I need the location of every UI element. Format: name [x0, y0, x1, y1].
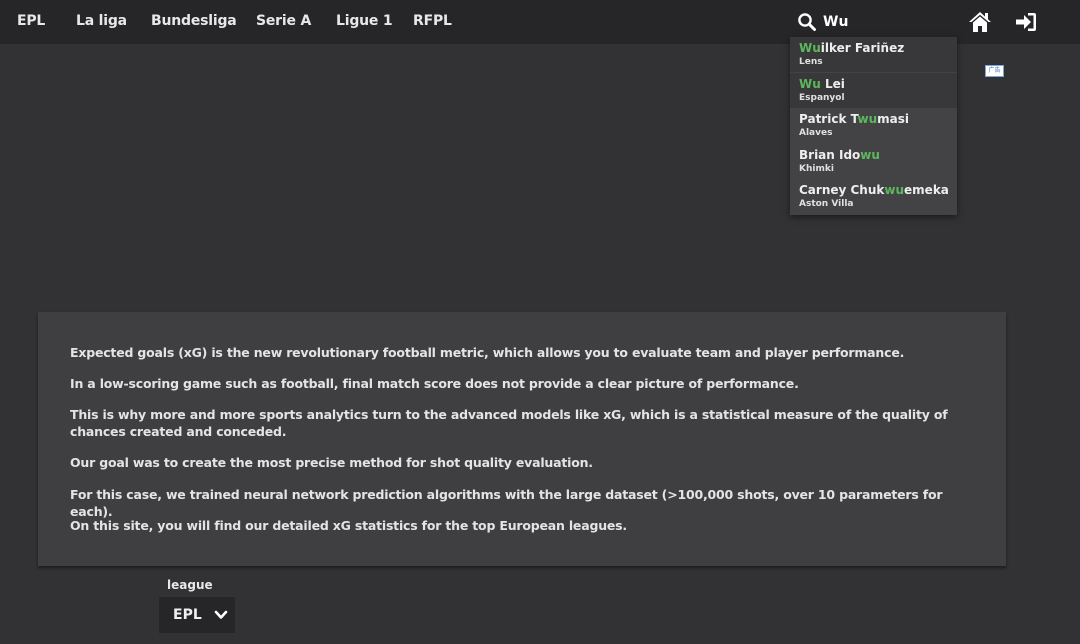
suggestion-item[interactable]: Patrick Twumasi Alaves — [790, 108, 957, 143]
search-icon[interactable] — [797, 12, 817, 32]
search-box[interactable] — [797, 11, 947, 33]
intro-paragraph: In a low-scoring game such as football, … — [70, 376, 799, 391]
suggestion-item[interactable]: Carney Chukwuemeka Aston Villa — [790, 179, 957, 214]
suggestion-team: Lens — [799, 57, 823, 67]
nav-bundesliga[interactable]: Bundesliga — [151, 13, 237, 29]
suggestion-team: Alaves — [799, 128, 833, 138]
suggestion-name: Wu Lei — [799, 77, 845, 91]
suggestion-item[interactable]: Wuilker Fariñez Lens — [790, 37, 957, 72]
suggestion-name: Brian Idowu — [799, 148, 880, 162]
ad-badge-icon[interactable]: 广告 — [985, 65, 1004, 77]
league-select[interactable]: EPL — [159, 597, 235, 633]
nav-rfpl[interactable]: RFPL — [413, 13, 452, 29]
intro-paragraph: Our goal was to create the most precise … — [70, 455, 593, 470]
nav-ligue-1[interactable]: Ligue 1 — [336, 13, 393, 29]
intro-panel: Expected goals (xG) is the new revolutio… — [38, 312, 1006, 566]
home-icon[interactable] — [968, 11, 992, 33]
chevron-down-icon — [214, 610, 228, 619]
nav-epl[interactable]: EPL — [17, 13, 45, 29]
suggestion-team: Khimki — [799, 164, 834, 174]
nav-la-liga[interactable]: La liga — [76, 13, 127, 29]
intro-paragraph: This is why more and more sports analyti… — [70, 407, 948, 439]
nav-serie-a[interactable]: Serie A — [256, 13, 311, 29]
search-suggestions: Wuilker Fariñez Lens Wu Lei Espanyol Pat… — [790, 37, 957, 215]
suggestion-name: Carney Chukwuemeka — [799, 183, 949, 197]
league-label: league — [167, 578, 213, 592]
intro-paragraph: Expected goals (xG) is the new revolutio… — [70, 345, 905, 360]
suggestion-team: Aston Villa — [799, 199, 854, 209]
search-input[interactable] — [823, 11, 943, 33]
league-selected-value: EPL — [173, 607, 202, 623]
suggestion-item[interactable]: Brian Idowu Khimki — [790, 144, 957, 179]
intro-paragraph: For this case, we trained neural network… — [70, 487, 943, 519]
suggestion-item[interactable]: Wu Lei Espanyol — [790, 73, 957, 108]
suggestion-team: Espanyol — [799, 93, 845, 103]
suggestion-name: Wuilker Fariñez — [799, 41, 905, 55]
intro-paragraph: On this site, you will find our detailed… — [70, 518, 627, 533]
sign-in-icon[interactable] — [1015, 11, 1037, 33]
suggestion-name: Patrick Twumasi — [799, 112, 909, 126]
